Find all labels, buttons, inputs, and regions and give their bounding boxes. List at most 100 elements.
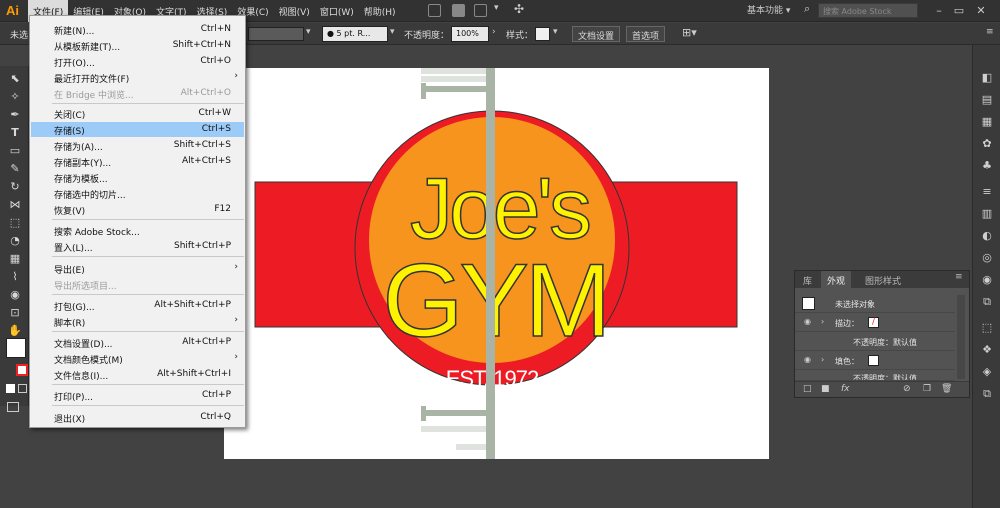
- selection-tool-icon[interactable]: ⬉: [7, 72, 23, 86]
- stock-search-input[interactable]: 搜索 Adobe Stock: [818, 3, 918, 18]
- minimize-icon[interactable]: –: [930, 3, 948, 18]
- artboard[interactable]: Joe's GYM EST. 1972: [224, 68, 769, 495]
- transform-icon[interactable]: ⬚: [980, 321, 994, 335]
- stock-icon[interactable]: [452, 4, 465, 17]
- type-tool-icon[interactable]: T: [7, 126, 23, 140]
- menu-item-close[interactable]: 关闭(C) Ctrl+W: [31, 106, 244, 121]
- eyedropper-icon[interactable]: ⌇: [7, 270, 23, 284]
- fill-white-swatch[interactable]: [868, 355, 879, 366]
- menu-view[interactable]: 视图(V): [274, 0, 315, 22]
- magic-wand-icon[interactable]: ✧: [7, 90, 23, 104]
- clear-appearance-icon[interactable]: ⊘: [903, 384, 911, 394]
- menu-item-save-selected-slices[interactable]: 存储选中的切片...: [31, 186, 244, 201]
- menu-item-document-color-mode[interactable]: 文档颜色模式(M) ›: [31, 351, 244, 366]
- shape-builder-icon[interactable]: ◔: [7, 234, 23, 248]
- menu-item-save[interactable]: 存储(S) Ctrl+S: [31, 122, 244, 137]
- menu-item-scripts[interactable]: 脚本(R) ›: [31, 314, 244, 329]
- menu-item-package[interactable]: 打包(G)... Alt+Shift+Ctrl+P: [31, 298, 244, 313]
- menu-window[interactable]: 窗口(W): [315, 0, 359, 22]
- chevron-down-icon[interactable]: ›: [821, 355, 824, 364]
- menu-item-new-from-template[interactable]: 从模板新建(T)... Shift+Ctrl+N: [31, 38, 244, 53]
- rotate-tool-icon[interactable]: ↻: [7, 180, 23, 194]
- menu-item-open-recent[interactable]: 最近打开的文件(F) ›: [31, 70, 244, 85]
- panel-menu-icon[interactable]: ≡: [955, 272, 963, 282]
- gpu-performance-icon[interactable]: ✣: [514, 2, 524, 16]
- menu-item-print[interactable]: 打印(P)... Ctrl+P: [31, 388, 244, 403]
- color-mode-icon[interactable]: [6, 384, 15, 393]
- artboards-icon[interactable]: ⧉: [980, 387, 994, 401]
- swatches-icon[interactable]: ▦: [980, 115, 994, 129]
- layers-link-icon[interactable]: ⧉: [980, 295, 994, 309]
- menu-item-file-info[interactable]: 文件信息(I)... Alt+Shift+Ctrl+I: [31, 367, 244, 382]
- fill-row[interactable]: ◉ › 填色：: [795, 352, 955, 370]
- free-transform-icon[interactable]: ⬚: [7, 216, 23, 230]
- stroke-swatch[interactable]: [16, 364, 28, 376]
- document-setup-button[interactable]: 文档设置: [572, 26, 621, 42]
- mesh-tool-icon[interactable]: ▦: [7, 252, 23, 266]
- duplicate-item-icon[interactable]: ❐: [923, 384, 931, 394]
- menu-item-search-stock[interactable]: 搜索 Adobe Stock...: [31, 223, 244, 238]
- opacity-input[interactable]: 100%: [451, 26, 489, 42]
- maximize-icon[interactable]: ▭: [950, 3, 968, 18]
- rectangle-tool-icon[interactable]: ▭: [7, 144, 23, 158]
- menu-item-open[interactable]: 打开(O)... Ctrl+O: [31, 54, 244, 69]
- fill-swatch[interactable]: [6, 338, 26, 358]
- menu-help[interactable]: 帮助(H): [359, 0, 401, 22]
- stroke-swatch[interactable]: [248, 27, 304, 41]
- transparency-icon[interactable]: ◐: [980, 229, 994, 243]
- tab-graphic-styles[interactable]: 图形样式: [865, 274, 901, 287]
- tab-appearance[interactable]: 外观: [821, 271, 852, 288]
- menu-item-exit[interactable]: 退出(X) Ctrl+Q: [31, 410, 244, 425]
- paintbrush-tool-icon[interactable]: ✎: [7, 162, 23, 176]
- artboard-tool-icon[interactable]: ⊡: [7, 306, 23, 320]
- chevron-down-icon[interactable]: ▾: [494, 3, 499, 13]
- menu-item-save-copy[interactable]: 存储副本(Y)... Alt+Ctrl+S: [31, 154, 244, 169]
- stroke-panel-icon[interactable]: ≡: [980, 185, 994, 199]
- stroke-none-swatch[interactable]: /: [868, 317, 879, 328]
- panel-menu-icon[interactable]: ≡: [986, 27, 994, 37]
- tab-libraries[interactable]: 库: [803, 274, 812, 287]
- none-mode-icon[interactable]: [18, 384, 27, 393]
- add-fill-icon[interactable]: ■: [821, 384, 830, 394]
- chevron-down-icon[interactable]: ▾: [390, 27, 395, 37]
- menu-item-revert[interactable]: 恢复(V) F12: [31, 202, 244, 217]
- symbols-icon[interactable]: ♣: [980, 159, 994, 173]
- brushes-icon[interactable]: ✿: [980, 137, 994, 151]
- chevron-down-icon[interactable]: ▾: [553, 27, 558, 37]
- delete-item-icon[interactable]: 🗑: [941, 384, 952, 394]
- align-icon[interactable]: ⊞▾: [682, 26, 697, 39]
- add-stroke-icon[interactable]: □: [803, 384, 812, 394]
- appearance-icon[interactable]: ◎: [980, 251, 994, 265]
- bridge-icon[interactable]: [428, 4, 441, 17]
- eye-icon[interactable]: ◉: [804, 355, 811, 364]
- preferences-button[interactable]: 首选项: [626, 26, 666, 42]
- pen-tool-icon[interactable]: ✒: [7, 108, 23, 122]
- menu-item-place[interactable]: 置入(L)... Shift+Ctrl+P: [31, 239, 244, 254]
- pathfinder-icon[interactable]: ❖: [980, 343, 994, 357]
- eye-icon[interactable]: ◉: [804, 317, 811, 326]
- chevron-down-icon[interactable]: ▾: [306, 27, 311, 37]
- color-panel-icon[interactable]: ◧: [980, 71, 994, 85]
- style-swatch[interactable]: [535, 27, 550, 41]
- graphic-styles-icon[interactable]: ◉: [980, 273, 994, 287]
- stroke-opacity-row[interactable]: 不透明度：默认值: [795, 333, 955, 351]
- stroke-row[interactable]: ◉ › 描边： /: [795, 314, 955, 332]
- layers-icon[interactable]: ◈: [980, 365, 994, 379]
- fill-opacity-row[interactable]: 不透明度：默认值: [795, 371, 955, 381]
- hand-tool-icon[interactable]: ✋: [7, 324, 23, 338]
- width-tool-icon[interactable]: ⋈: [7, 198, 23, 212]
- symbol-sprayer-icon[interactable]: ◉: [7, 288, 23, 302]
- gradient-icon[interactable]: ▥: [980, 207, 994, 221]
- color-guide-icon[interactable]: ▤: [980, 93, 994, 107]
- brush-definition-field[interactable]: ● 5 pt. R...: [322, 26, 388, 42]
- menu-item-export[interactable]: 导出(E) ›: [31, 261, 244, 276]
- chevron-down-icon[interactable]: ›: [821, 317, 824, 326]
- arrange-documents-icon[interactable]: [474, 4, 487, 17]
- draw-mode-icon[interactable]: [7, 402, 19, 412]
- close-icon[interactable]: ✕: [972, 3, 990, 18]
- panel-scrollbar[interactable]: [957, 295, 965, 379]
- menu-item-new[interactable]: 新建(N)... Ctrl+N: [31, 22, 244, 37]
- chevron-right-icon[interactable]: ›: [492, 27, 496, 37]
- menu-item-save-as-template[interactable]: 存储为模板...: [31, 170, 244, 185]
- add-effect-icon[interactable]: fx: [841, 384, 850, 394]
